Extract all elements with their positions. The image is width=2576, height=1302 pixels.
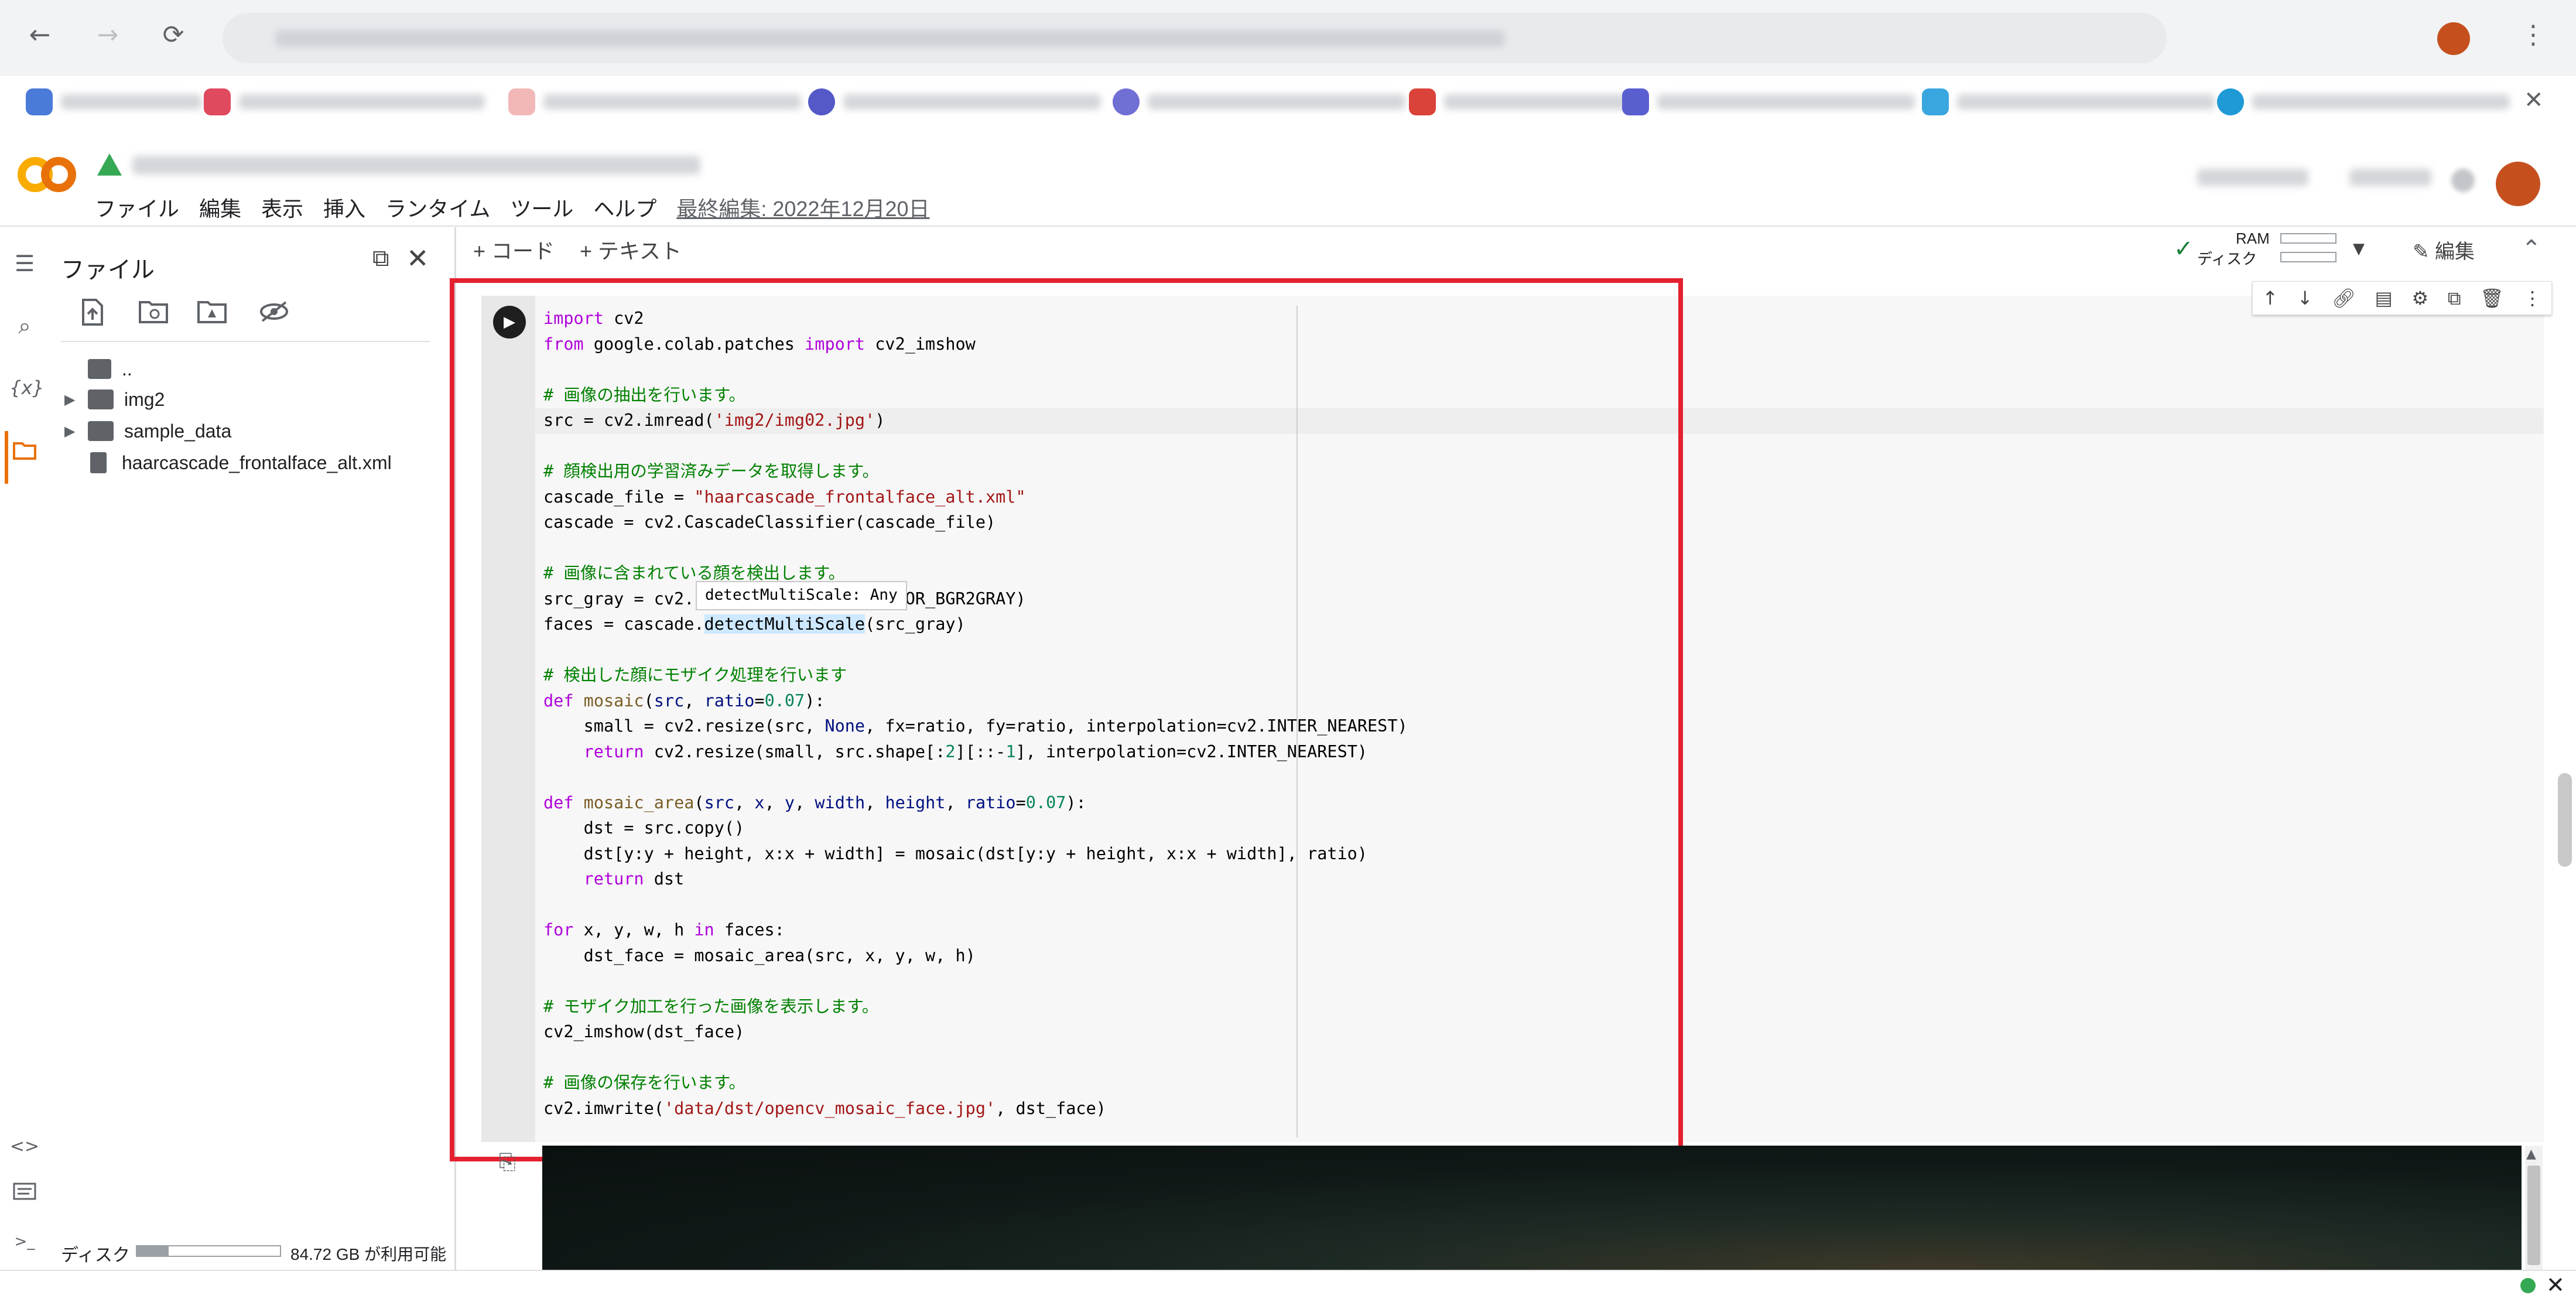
tree-parent-folder[interactable]: ..: [64, 354, 132, 384]
address-text-blurred: [275, 30, 1505, 47]
output-scroll-thumb[interactable]: [2527, 1166, 2540, 1265]
terminal-icon[interactable]: >_: [9, 1226, 40, 1257]
runtime-disk-bar: [2280, 252, 2336, 262]
comment-icon[interactable]: ▤: [2375, 287, 2393, 309]
bookmarks-close-icon[interactable]: ✕: [2524, 87, 2544, 114]
search-icon[interactable]: ⌕: [9, 310, 40, 341]
tree-item-label: img2: [124, 388, 165, 410]
file-icon: [90, 452, 107, 473]
settings-gear-icon[interactable]: [2451, 169, 2475, 192]
bookmark-8[interactable]: [1922, 86, 2215, 118]
tree-item-label: haarcascade_frontalface_alt.xml: [122, 452, 392, 473]
avatar[interactable]: [2496, 162, 2540, 206]
back-button[interactable]: ←: [23, 19, 56, 52]
hide-files-icon[interactable]: [258, 299, 290, 332]
last-edited-link[interactable]: 最終編集: 2022年12月20日: [676, 192, 929, 223]
edit-mode-button[interactable]: ✎ 編集: [2413, 235, 2475, 264]
page-scroll-thumb[interactable]: [2558, 773, 2572, 867]
command-palette-icon[interactable]: [9, 1177, 40, 1208]
disk-label: ディスク: [61, 1246, 130, 1265]
bookmark-6[interactable]: [1409, 86, 1643, 118]
mount-drive-icon[interactable]: [196, 299, 228, 332]
status-close-icon[interactable]: ✕: [2546, 1272, 2565, 1298]
delete-icon[interactable]: 🗑︎: [2480, 287, 2504, 309]
output-scroll-up-icon[interactable]: ▲: [2526, 1147, 2536, 1161]
address-bar[interactable]: [223, 13, 2167, 63]
bookmark-3[interactable]: [508, 86, 801, 118]
share-button-blurred[interactable]: [2349, 169, 2431, 186]
variables-icon[interactable]: {x}: [9, 373, 45, 403]
profile-avatar[interactable]: [2437, 22, 2470, 55]
code-snippets-icon[interactable]: <>: [9, 1132, 40, 1162]
status-indicator: [2520, 1278, 2536, 1293]
tree-item-label: ..: [122, 358, 132, 380]
add-text-button[interactable]: + テキスト: [580, 234, 682, 265]
runtime-disk-label: ディスク: [2197, 250, 2257, 268]
mirror-cell-icon[interactable]: ⧉: [2448, 287, 2461, 310]
connected-check-icon: ✓: [2174, 235, 2194, 262]
forward-button[interactable]: →: [91, 19, 124, 52]
folder-icon: [88, 389, 114, 409]
refresh-folder-icon[interactable]: [137, 299, 170, 332]
open-in-tab-icon[interactable]: ⧉: [372, 245, 389, 272]
status-bar: [0, 1270, 2576, 1302]
notebook-title-blurred[interactable]: [132, 156, 700, 175]
bookmark-4[interactable]: [808, 86, 1101, 118]
tree-item-label: sample_data: [124, 420, 232, 442]
add-code-button[interactable]: + コード: [473, 234, 555, 265]
menu-runtime[interactable]: ランタイム: [385, 192, 490, 223]
edit-mode-label: 編集: [2434, 241, 2475, 263]
parent-folder-icon: [88, 359, 111, 379]
comment-button-blurred[interactable]: [2197, 169, 2308, 186]
expand-caret-icon[interactable]: ▶: [64, 423, 88, 440]
output-image: [542, 1146, 2522, 1270]
tree-file-haarcascade[interactable]: haarcascade_frontalface_alt.xml: [64, 447, 392, 478]
tree-folder-sample-data[interactable]: ▶ sample_data: [64, 416, 231, 446]
bookmark-7[interactable]: [1622, 86, 1915, 118]
menu-file[interactable]: ファイル: [95, 192, 179, 223]
output-actions-icon[interactable]: ⎘: [499, 1150, 516, 1175]
menu-tools[interactable]: ツール: [510, 192, 573, 223]
rail-active-indicator: [5, 431, 8, 484]
bookmark-1[interactable]: [26, 86, 201, 118]
folder-icon[interactable]: [9, 437, 40, 467]
link-icon[interactable]: 🔗︎: [2332, 287, 2356, 309]
menu-help[interactable]: ヘルプ: [593, 192, 656, 223]
disk-usage-fill: [137, 1246, 169, 1256]
bookmark-5[interactable]: [1113, 86, 1405, 118]
bookmark-2[interactable]: [204, 86, 485, 118]
settings-gear-icon[interactable]: ⚙: [2411, 287, 2428, 309]
cell-toolbar: ↑ ↓ 🔗︎ ▤ ⚙ ⧉ 🗑︎ ⋮: [2252, 281, 2552, 315]
expand-caret-icon[interactable]: ▶: [64, 391, 88, 408]
upload-file-icon[interactable]: [76, 299, 109, 332]
file-panel-title: ファイル: [61, 257, 155, 283]
folder-icon: [88, 421, 114, 441]
more-options-icon[interactable]: ⋮: [2523, 287, 2542, 309]
highlight-box: [450, 278, 1683, 1161]
move-down-icon[interactable]: ↓: [2297, 287, 2313, 309]
menu-view[interactable]: 表示: [261, 192, 303, 223]
collapse-header-icon[interactable]: ⌃: [2522, 235, 2541, 262]
menu-insert[interactable]: 挿入: [323, 192, 365, 223]
file-panel-divider: [61, 341, 430, 342]
ram-usage-bar: [2280, 233, 2336, 244]
runtime-dropdown-icon[interactable]: ▼: [2353, 240, 2365, 258]
tree-folder-img2[interactable]: ▶ img2: [64, 384, 165, 415]
ram-label: RAM: [2236, 230, 2270, 247]
browser-menu-icon[interactable]: ⋮: [2517, 19, 2550, 52]
move-up-icon[interactable]: ↑: [2262, 287, 2278, 309]
bookmark-9[interactable]: [2217, 86, 2510, 118]
colab-logo[interactable]: [18, 157, 76, 192]
menu-edit[interactable]: 編集: [199, 192, 241, 223]
close-panel-icon[interactable]: ✕: [406, 242, 429, 274]
list-icon[interactable]: ☰: [9, 248, 40, 279]
reload-button[interactable]: ⟳: [157, 19, 190, 52]
menu-bar: ファイル 編集 表示 挿入 ランタイム ツール ヘルプ 最終編集: 2022年1…: [95, 192, 930, 223]
disk-free-text: 84.72 GB が利用可能: [290, 1245, 447, 1263]
